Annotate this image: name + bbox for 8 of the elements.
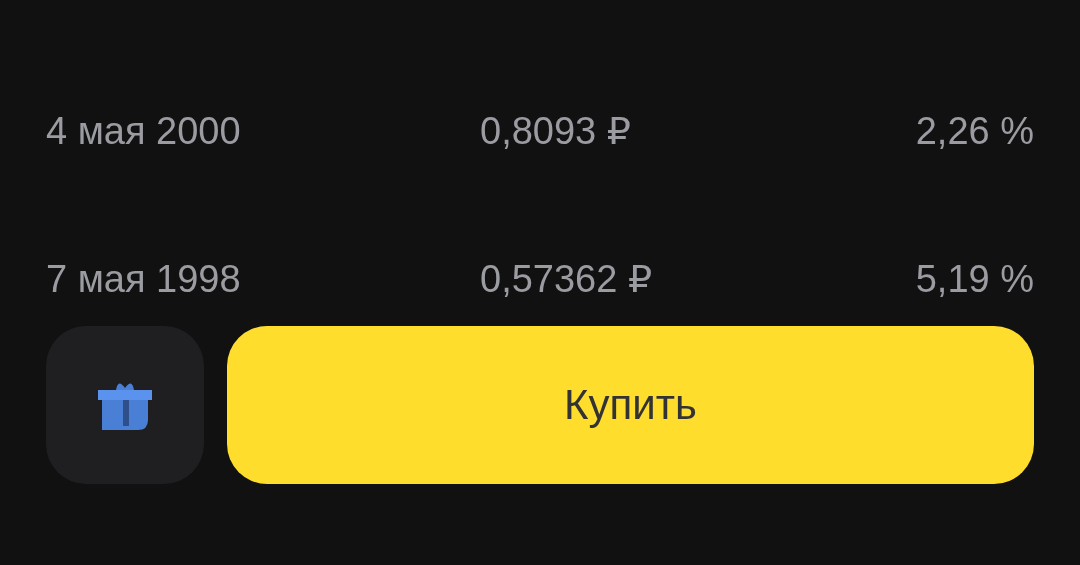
- date-text: 7 мая 1998: [46, 257, 241, 301]
- percent-text: 2,26 %: [915, 109, 1034, 153]
- date-text: 4 мая 2000: [46, 109, 241, 153]
- price-text: 0,57362 ₽: [480, 257, 653, 301]
- gift-button[interactable]: [46, 326, 204, 484]
- buy-button[interactable]: Купить: [227, 326, 1034, 484]
- price-text: 0,8093 ₽: [480, 109, 631, 153]
- percent-text: 5,19 %: [915, 257, 1034, 301]
